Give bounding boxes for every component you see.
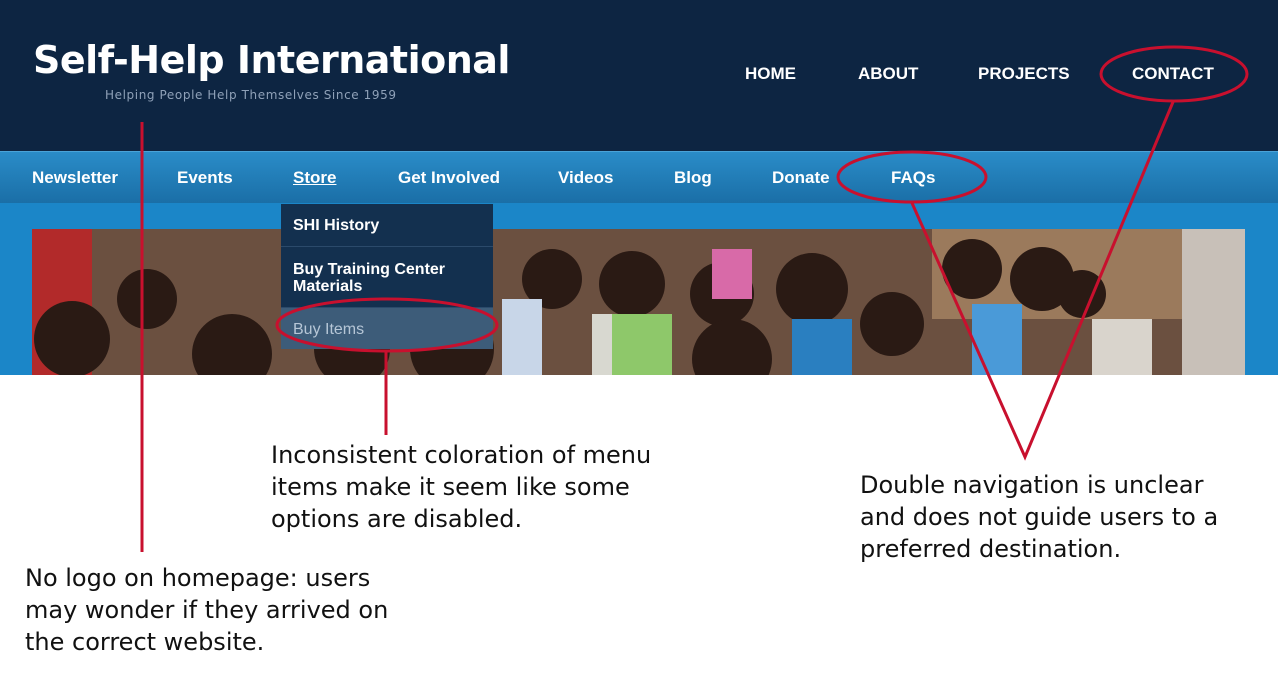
annotation-color-note: Inconsistent coloration of menu items ma… (271, 441, 652, 533)
faqs-highlight-ellipse (836, 150, 988, 204)
annotation-logo-note: No logo on homepage: users may wonder if… (25, 564, 389, 656)
contact-highlight-ellipse (1099, 45, 1249, 103)
buy-items-highlight-ellipse (275, 297, 499, 353)
annotation-nav-note: Double navigation is unclear and does no… (860, 471, 1219, 563)
